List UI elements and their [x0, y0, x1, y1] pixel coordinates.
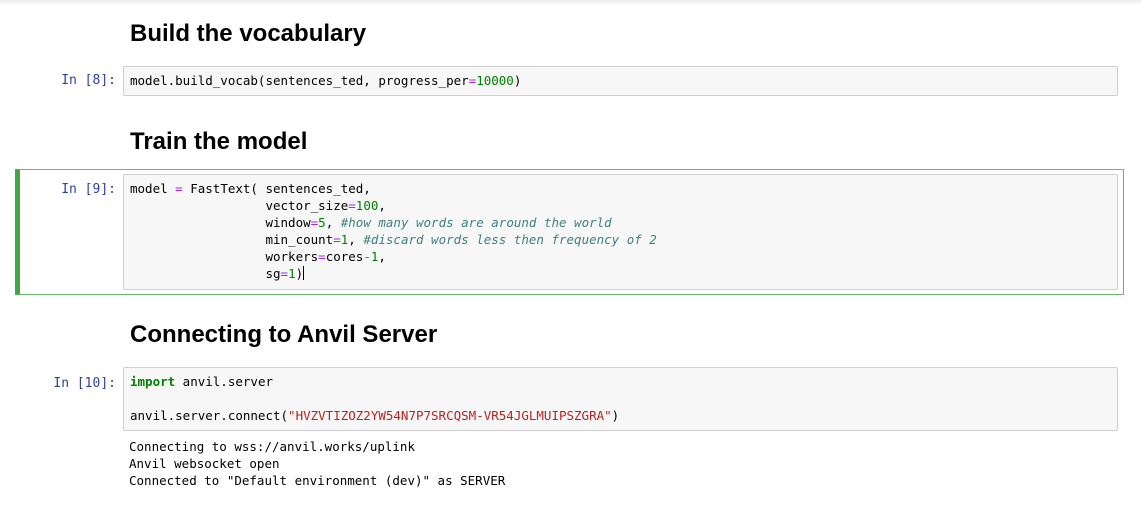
- heading-build-vocabulary: Build the vocabulary: [130, 20, 367, 47]
- code-cell-anvil-connect[interactable]: import anvil.server anvil.server.connect…: [123, 367, 1118, 431]
- notebook-top-edge: [0, 0, 1141, 4]
- output-line: Anvil websocket open: [129, 456, 280, 471]
- code-editor[interactable]: import anvil.server anvil.server.connect…: [130, 373, 619, 424]
- text-cursor: [303, 266, 305, 280]
- output-line: Connected to "Default environment (dev)"…: [129, 473, 506, 488]
- code-cell-train-model[interactable]: model = FastText( sentences_ted, vector_…: [123, 174, 1118, 290]
- heading-anvil-server: Connecting to Anvil Server: [130, 321, 438, 348]
- code-editor[interactable]: model.build_vocab(sentences_ted, progres…: [130, 72, 521, 89]
- cell-prompt-9: In [9]:: [61, 182, 116, 197]
- cell-prompt-10: In [10]:: [53, 376, 116, 391]
- heading-train-model: Train the model: [130, 128, 308, 155]
- code-cell-build-vocab[interactable]: model.build_vocab(sentences_ted, progres…: [123, 66, 1118, 96]
- output-line: Connecting to wss://anvil.works/uplink: [129, 439, 415, 454]
- cell-output: Connecting to wss://anvil.works/uplink A…: [129, 438, 505, 489]
- code-editor[interactable]: model = FastText( sentences_ted, vector_…: [130, 180, 657, 282]
- cell-prompt-8: In [8]:: [61, 73, 116, 88]
